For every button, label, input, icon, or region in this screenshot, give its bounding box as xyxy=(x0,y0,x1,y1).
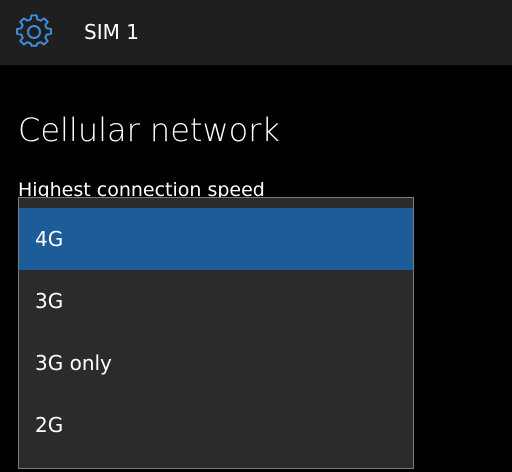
app-header: SIM 1 xyxy=(0,0,512,65)
option-3g-only[interactable]: 3G only xyxy=(19,332,413,394)
option-4g[interactable]: 4G xyxy=(19,208,413,270)
option-3g[interactable]: 3G xyxy=(19,270,413,332)
header-title: SIM 1 xyxy=(84,20,139,44)
gear-icon[interactable] xyxy=(16,14,52,50)
option-2g[interactable]: 2G xyxy=(19,394,413,456)
page-title: Cellular network xyxy=(18,111,280,149)
connection-speed-dropdown[interactable]: 4G 3G 3G only 2G xyxy=(18,197,414,469)
